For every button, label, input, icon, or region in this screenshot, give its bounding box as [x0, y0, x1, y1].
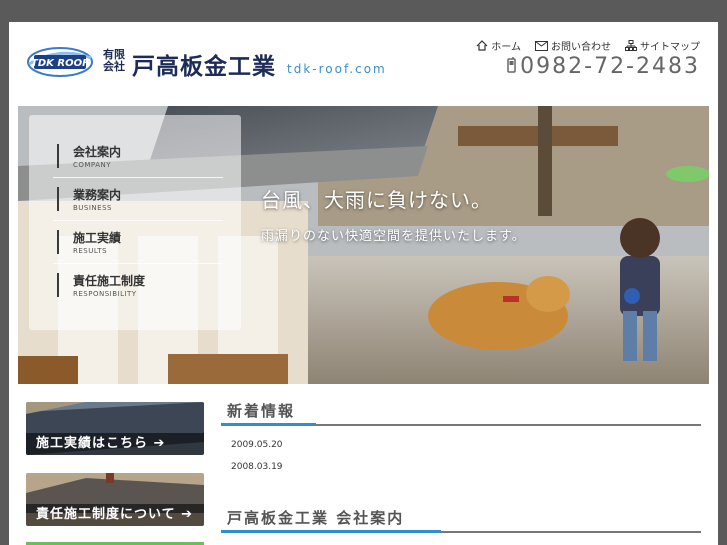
- menu-item-business[interactable]: 業務案内 BUSINESS: [53, 178, 223, 221]
- banner-label: 責任施工制度について ➔: [26, 504, 204, 526]
- side-menu: 会社案内 COMPANY 業務案内 BUSINESS 施工実績 RESULTS …: [29, 115, 241, 330]
- logo-icon[interactable]: TDK ROOF: [27, 44, 93, 80]
- menu-item-results[interactable]: 施工実績 RESULTS: [53, 221, 223, 264]
- responsibility-banner[interactable]: 責任施工制度について ➔: [26, 473, 204, 526]
- menu-item-label: 施工実績: [73, 231, 122, 245]
- menu-item-label: 責任施工制度: [73, 274, 146, 288]
- top-nav: ホーム お問い合わせ サイトマップ: [476, 38, 700, 53]
- home-icon: [476, 40, 488, 51]
- page-container: TDK ROOF 有限会社 戸高板金工業 tdk-roof.com ホーム お問…: [9, 22, 718, 545]
- menu-item-sublabel: RESPONSIBILITY: [73, 290, 137, 298]
- menu-item-company[interactable]: 会社案内 COMPANY: [53, 135, 223, 178]
- banner-label: 施工実績はこちら ➔: [26, 433, 204, 455]
- domain-text: tdk-roof.com: [287, 62, 387, 76]
- nav-home-link[interactable]: ホーム: [476, 38, 521, 53]
- phone-icon: [507, 54, 516, 79]
- menu-marker: [57, 273, 59, 297]
- slogan-sub: 雨漏りのない快適空間を提供いたします。: [261, 229, 526, 244]
- news-heading: 新着情報: [221, 398, 701, 426]
- company-heading: 戸高板金工業 会社案内: [221, 505, 701, 533]
- hero-image: 会社案内 COMPANY 業務案内 BUSINESS 施工実績 RESULTS …: [18, 106, 709, 384]
- hero-slogan: 台風、大雨に負けない。 雨漏りのない快適空間を提供いたします。: [261, 184, 526, 244]
- nav-contact-label: お問い合わせ: [551, 42, 611, 53]
- nav-home-label: ホーム: [491, 42, 521, 53]
- menu-item-responsibility[interactable]: 責任施工制度 RESPONSIBILITY: [53, 264, 223, 306]
- menu-item-sublabel: BUSINESS: [73, 204, 112, 212]
- menu-marker: [57, 187, 59, 211]
- menu-marker: [57, 144, 59, 168]
- company-name[interactable]: 戸高板金工業: [132, 47, 276, 81]
- news-date[interactable]: 2009.05.20: [231, 440, 283, 450]
- news-date[interactable]: 2008.03.19: [231, 462, 283, 472]
- heading-accent: [221, 423, 316, 426]
- nav-sitemap-link[interactable]: サイトマップ: [625, 38, 700, 53]
- phone-text: 0982-72-2483: [520, 54, 700, 79]
- news-title: 新着情報: [227, 402, 296, 420]
- nav-contact-link[interactable]: お問い合わせ: [535, 38, 611, 53]
- mail-icon: [535, 40, 548, 51]
- menu-item-label: 業務案内: [73, 188, 122, 202]
- menu-item-sublabel: COMPANY: [73, 161, 112, 169]
- company-kind: 有限会社: [103, 48, 125, 73]
- menu-item-label: 会社案内: [73, 145, 122, 159]
- logo-text: TDK ROOF: [31, 58, 89, 69]
- sitemap-icon: [625, 40, 637, 51]
- menu-item-sublabel: RESULTS: [73, 247, 108, 255]
- nav-sitemap-label: サイトマップ: [640, 42, 700, 53]
- menu-marker: [57, 230, 59, 254]
- results-banner[interactable]: 施工実績はこちら ➔: [26, 402, 204, 455]
- company-section-title: 戸高板金工業 会社案内: [227, 509, 405, 527]
- slogan-main: 台風、大雨に負けない。: [261, 188, 492, 212]
- heading-accent: [221, 530, 441, 533]
- phone-number: 0982-72-2483: [507, 54, 700, 79]
